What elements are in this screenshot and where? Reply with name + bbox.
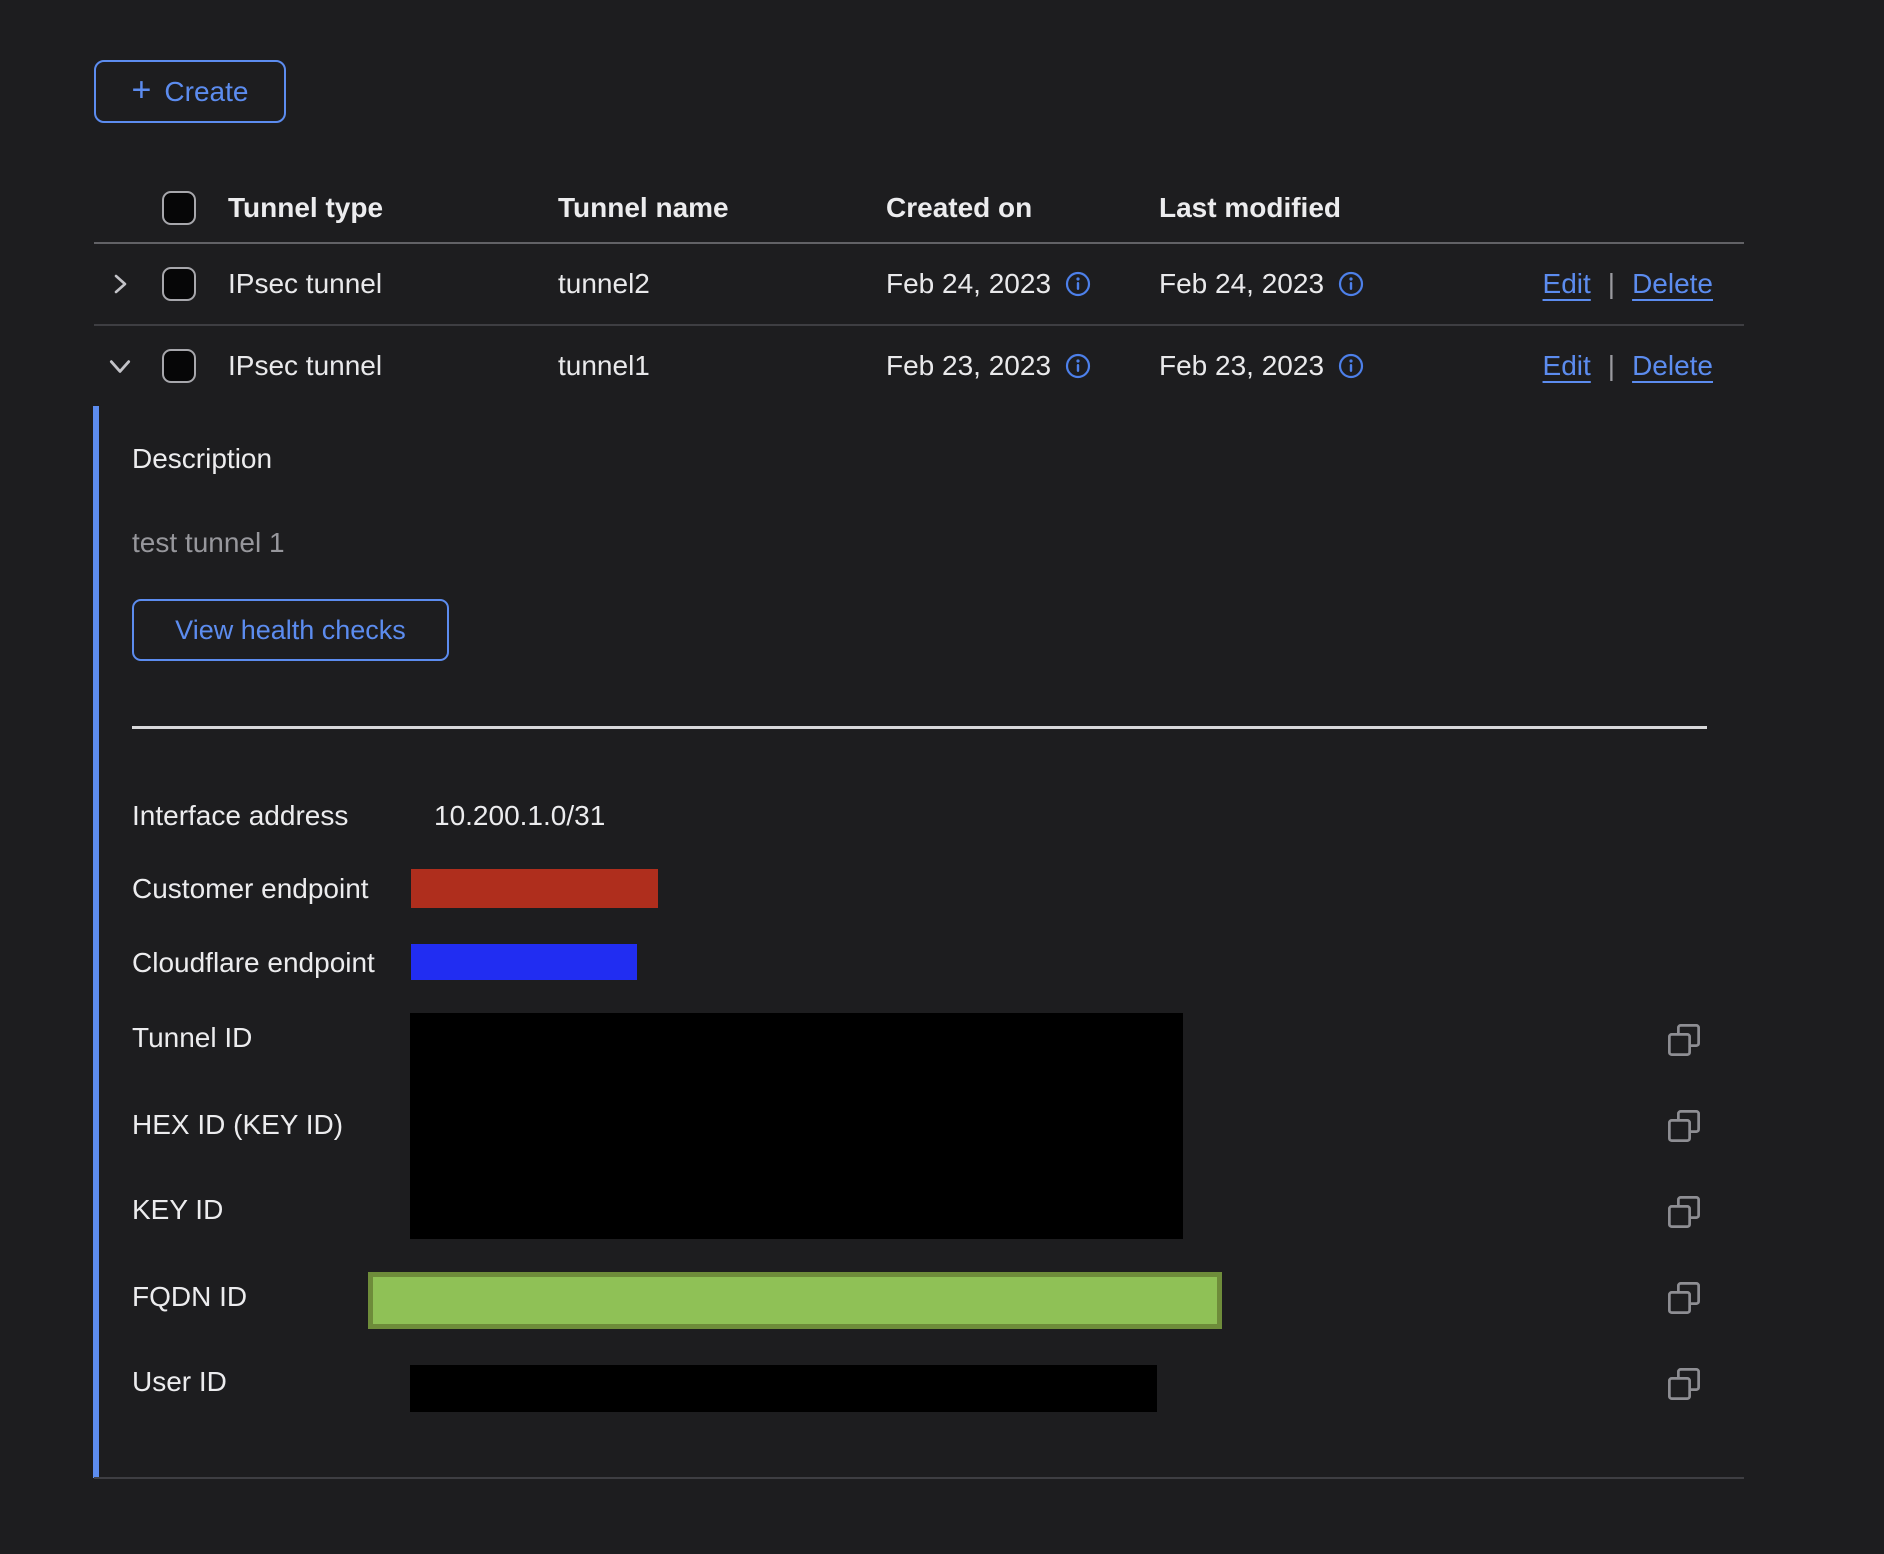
hex-id-label: HEX ID (KEY ID) xyxy=(132,1109,343,1141)
tunnel-type-value: IPsec tunnel xyxy=(228,268,382,300)
row-actions: Edit | Delete xyxy=(1543,268,1713,300)
cloudflare-endpoint-redacted-value xyxy=(411,944,637,980)
panel-divider xyxy=(132,726,1707,729)
cloudflare-endpoint-label: Cloudflare endpoint xyxy=(132,947,375,979)
key-id-label: KEY ID xyxy=(132,1194,223,1226)
row-actions: Edit | Delete xyxy=(1543,350,1713,382)
edit-link[interactable]: Edit xyxy=(1543,268,1591,300)
select-all-checkbox[interactable] xyxy=(162,191,196,225)
expand-chevron-right-icon[interactable] xyxy=(106,270,134,298)
created-on-value: Feb 24, 2023 xyxy=(886,268,1051,300)
delete-link[interactable]: Delete xyxy=(1632,350,1713,382)
info-icon[interactable] xyxy=(1338,353,1364,379)
tunnel-name-value: tunnel1 xyxy=(558,350,650,382)
table-header-row: Tunnel type Tunnel name Created on Last … xyxy=(0,173,1884,242)
create-button-label: Create xyxy=(164,76,248,108)
row-checkbox[interactable] xyxy=(162,267,196,301)
view-health-checks-button[interactable]: View health checks xyxy=(132,599,449,661)
info-icon[interactable] xyxy=(1338,271,1364,297)
plus-icon: + xyxy=(132,73,152,107)
row-checkbox[interactable] xyxy=(162,349,196,383)
table-row-tunnel2: IPsec tunnel tunnel2 Feb 24, 2023 Feb 24… xyxy=(0,243,1884,324)
info-icon[interactable] xyxy=(1065,271,1091,297)
interface-address-label: Interface address xyxy=(132,800,348,832)
header-tunnel-type: Tunnel type xyxy=(228,192,383,224)
copy-icon[interactable] xyxy=(1666,1366,1702,1402)
info-icon[interactable] xyxy=(1065,353,1091,379)
user-id-label: User ID xyxy=(132,1366,227,1398)
fqdn-id-redacted-value xyxy=(368,1272,1222,1329)
actions-separator: | xyxy=(1608,350,1615,382)
header-tunnel-name: Tunnel name xyxy=(558,192,729,224)
expanded-panel-accent-bar xyxy=(93,406,99,1478)
tunnel-id-label: Tunnel ID xyxy=(132,1022,252,1054)
header-created-on: Created on xyxy=(886,192,1032,224)
delete-link[interactable]: Delete xyxy=(1632,268,1713,300)
fqdn-id-label: FQDN ID xyxy=(132,1281,247,1313)
ids-redacted-block xyxy=(410,1013,1183,1239)
copy-icon[interactable] xyxy=(1666,1022,1702,1058)
actions-separator: | xyxy=(1608,268,1615,300)
collapse-chevron-down-icon[interactable] xyxy=(106,352,134,380)
tunnel-name-value: tunnel2 xyxy=(558,268,650,300)
table-row-tunnel1: IPsec tunnel tunnel1 Feb 23, 2023 Feb 23… xyxy=(0,325,1884,406)
customer-endpoint-label: Customer endpoint xyxy=(132,873,369,905)
interface-address-value: 10.200.1.0/31 xyxy=(434,800,605,832)
create-button[interactable]: + Create xyxy=(94,60,286,123)
user-id-redacted-value xyxy=(410,1365,1157,1412)
customer-endpoint-redacted-value xyxy=(411,869,658,908)
tunnel-type-value: IPsec tunnel xyxy=(228,350,382,382)
description-value: test tunnel 1 xyxy=(132,527,285,559)
header-last-modified: Last modified xyxy=(1159,192,1341,224)
copy-icon[interactable] xyxy=(1666,1280,1702,1316)
created-on-value: Feb 23, 2023 xyxy=(886,350,1051,382)
tunnels-page: + Create Tunnel type Tunnel name Created… xyxy=(0,0,1884,1554)
description-label: Description xyxy=(132,443,272,475)
last-modified-value: Feb 24, 2023 xyxy=(1159,268,1324,300)
table-bottom-divider xyxy=(94,1477,1744,1479)
edit-link[interactable]: Edit xyxy=(1543,350,1591,382)
last-modified-value: Feb 23, 2023 xyxy=(1159,350,1324,382)
copy-icon[interactable] xyxy=(1666,1108,1702,1144)
copy-icon[interactable] xyxy=(1666,1194,1702,1230)
